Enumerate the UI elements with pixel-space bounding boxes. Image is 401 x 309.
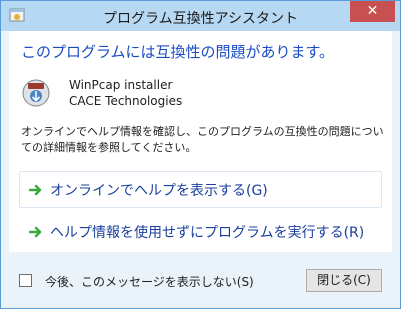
problem-heading: このプログラムには互換性の問題があります。	[21, 43, 335, 61]
run-program-without-help-label: ヘルプ情報を使用せずにプログラムを実行する(R)	[50, 225, 365, 241]
show-help-online-option[interactable]: オンラインでヘルプを表示する(G)	[19, 171, 382, 208]
show-help-online-label: オンラインでヘルプを表示する(G)	[50, 183, 268, 199]
window-close-button[interactable]: ✕	[350, 1, 395, 22]
dont-show-again-label[interactable]: 今後、このメッセージを表示しない(S)	[45, 273, 254, 290]
dialog-footer: 今後、このメッセージを表示しない(S) 閉じる(C)	[9, 259, 392, 303]
close-button[interactable]: 閉じる(C)	[306, 269, 382, 292]
green-arrow-icon	[28, 182, 43, 196]
dialog-content: このプログラムには互換性の問題があります。 WinPcap installer …	[9, 31, 392, 252]
window-title: プログラム互換性アシスタント	[102, 11, 299, 27]
winpcap-installer-icon	[21, 78, 51, 108]
description-text: オンラインでヘルプ情報を確認し、このプログラムの互換性の問題についての詳細情報を…	[21, 125, 384, 154]
title-bar[interactable]: プログラム互換性アシスタント ✕	[1, 1, 400, 31]
compatibility-assistant-window: プログラム互換性アシスタント ✕ このプログラムには互換性の問題があります。 W…	[0, 0, 401, 309]
program-publisher: CACE Technologies	[69, 94, 183, 108]
green-arrow-icon	[28, 224, 43, 238]
run-program-without-help-option[interactable]: ヘルプ情報を使用せずにプログラムを実行する(R)	[19, 213, 382, 250]
dont-show-again-checkbox[interactable]	[19, 274, 32, 287]
program-name: WinPcap installer	[69, 78, 173, 92]
